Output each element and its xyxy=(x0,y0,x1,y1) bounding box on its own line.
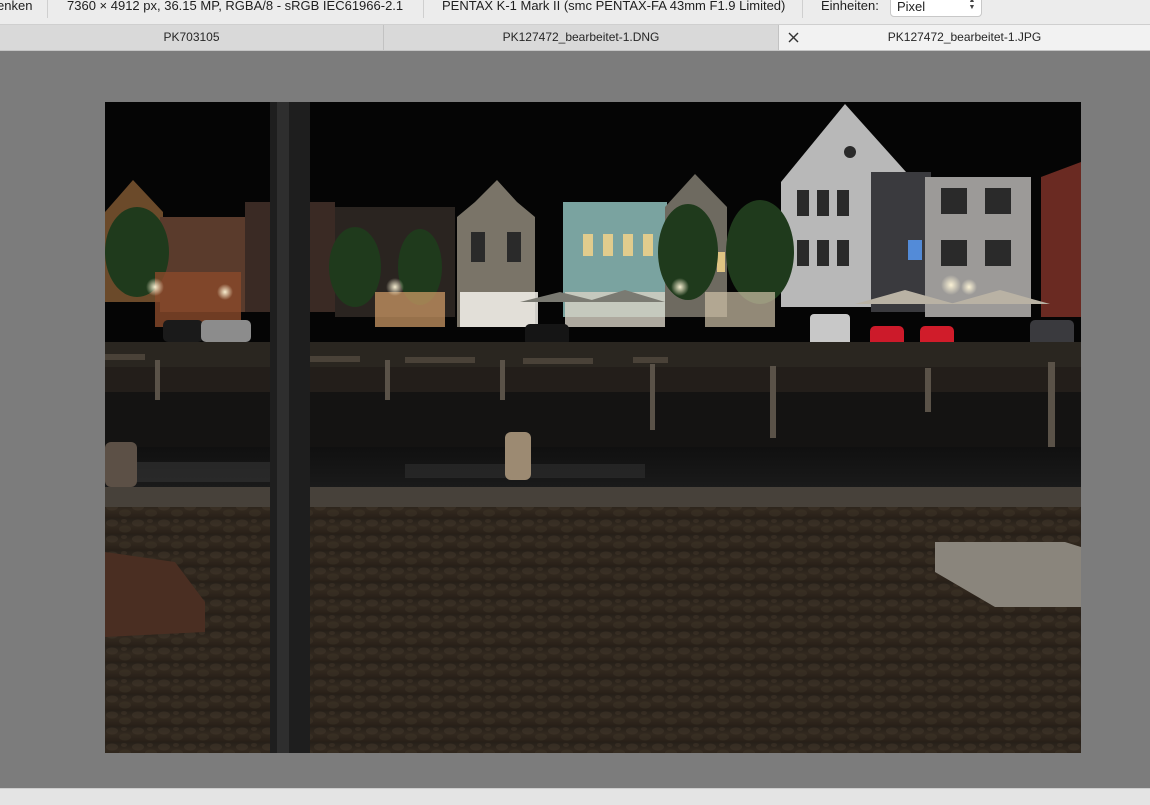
divider xyxy=(802,0,803,18)
divider xyxy=(423,0,424,18)
tab-label: PK703105 xyxy=(163,30,220,44)
units-select[interactable]: Pixel ▲ ▼ xyxy=(890,0,982,17)
truncated-info-label: enken xyxy=(0,0,33,13)
close-icon[interactable] xyxy=(787,31,800,44)
image-dimensions-info: 7360 × 4912 px, 36.15 MP, RGBA/8 - sRGB … xyxy=(67,0,404,13)
units-label: Einheiten: xyxy=(821,0,879,13)
bottom-status-strip xyxy=(0,788,1150,805)
tab-pk127472-dng[interactable]: PK127472_bearbeitet-1.DNG xyxy=(384,25,779,50)
tab-label: PK127472_bearbeitet-1.JPG xyxy=(887,30,1042,44)
units-select-value: Pixel xyxy=(897,0,926,14)
tab-pk127472-jpg[interactable]: PK127472_bearbeitet-1.JPG xyxy=(779,25,1150,50)
tab-label: PK127472_bearbeitet-1.DNG xyxy=(502,30,660,44)
document-tab-bar: PK703105 PK127472_bearbeitet-1.DNG PK127… xyxy=(0,25,1150,51)
image-canvas[interactable] xyxy=(0,51,1150,788)
tab-pk703105[interactable]: PK703105 xyxy=(0,25,384,50)
photo-night-harbor xyxy=(105,102,1081,753)
divider xyxy=(47,0,48,18)
image-info-bar: enken 7360 × 4912 px, 36.15 MP, RGBA/8 -… xyxy=(0,0,1150,25)
chevron-updown-icon: ▲ ▼ xyxy=(968,0,976,11)
camera-lens-info: PENTAX K-1 Mark II (smc PENTAX-FA 43mm F… xyxy=(442,0,786,13)
